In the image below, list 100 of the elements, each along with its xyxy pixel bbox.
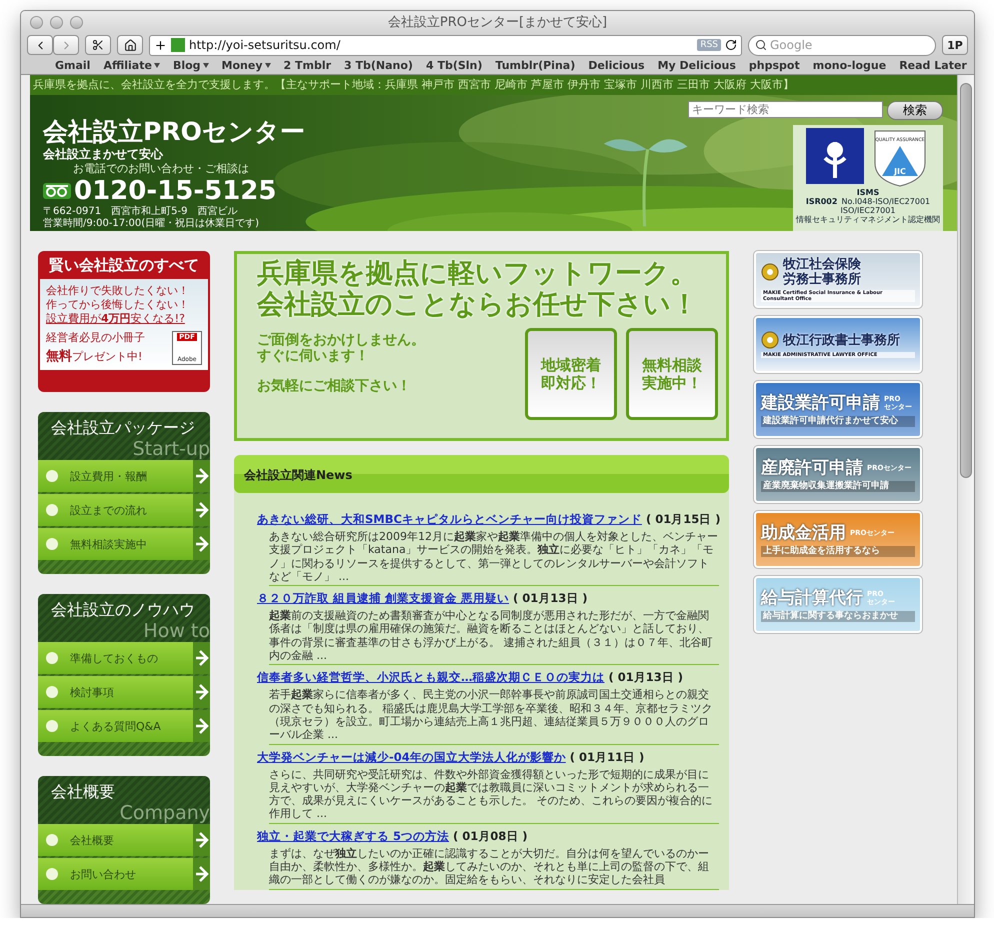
news-link[interactable]: 独立・起業で大稼ぎする 5つの方法 (257, 828, 450, 844)
extension-button[interactable]: 1P (942, 35, 968, 55)
bookmark-link[interactable]: Read Later (899, 59, 967, 72)
bookmark-link[interactable]: My Delicious (658, 59, 736, 72)
caret-icon (202, 63, 209, 68)
news-date: ( 01月08日 ) (453, 828, 528, 844)
bookmark-link[interactable]: 4 Tb(Sln) (426, 59, 482, 72)
news-title: 会社設立関連News (234, 455, 729, 493)
search-icon (755, 39, 767, 51)
back-button[interactable] (27, 35, 53, 55)
banner-subtitle: 上手に助成金を活用するなら (761, 546, 915, 556)
banner-title: 牧江社会保険 労務士事務所 (783, 257, 861, 287)
promo-title: 賢い会社設立のすべて (48, 255, 200, 276)
arrow-icon (194, 683, 208, 701)
window-button[interactable] (50, 16, 63, 28)
site-icon (171, 38, 185, 52)
news-date: ( 01月13日 ) (608, 670, 684, 686)
search-button[interactable]: 検索 (887, 101, 943, 120)
caret-icon (264, 63, 270, 68)
news-link[interactable]: ８２０万詐取 組員逮捕 創業支援資金 悪用疑い (257, 591, 510, 606)
headline: 会社設立のことならお任せ下さい！ (257, 289, 699, 320)
news-link[interactable]: 大学発ベンチャーは減少-04年の国立大学法人化が影響か (257, 750, 566, 765)
bookmark-link[interactable]: Tumblr(Pina) (495, 59, 576, 72)
menu-item[interactable]: 会社概要 (38, 824, 210, 856)
forward-button[interactable] (53, 35, 79, 55)
add-icon[interactable] (154, 38, 167, 52)
menu-title: 会社概要 (50, 781, 116, 803)
news-summary: 起業前の支援融資のため書類審査が中心となる同制度が悪用された形だが、一方で金融関係者は「制度は県の雇用確保の施策だ。融資を断ることはほとんどない」と話しており、事件の背景に審査基準の甘さも浮かび上がる。 逮捕された組員（３１）は０７年、北谷町内の金融 ... (269, 609, 719, 666)
address: 〒662-0971 西宮市和上町5-9 西宮ビル (43, 206, 238, 218)
news-summary: 若手起業家らに信奉者が多く、民主党の小沢一郎幹事長や前原誠司国土交通相らとの親交の深さでも知られる。 稲盛氏は鹿児島大学工学部を卒業後、昭和３４年、京都セラミツク（現京セラ）を設立。町工場から連結売上高１兆円超、連結従業員５万９０００人のグローバル企業 ... (269, 688, 719, 745)
promo-text: 作ってから後悔したくない！ (46, 298, 190, 312)
banner-title: 給与計算代行 (761, 588, 863, 608)
scrollbar[interactable] (957, 75, 974, 904)
phone-note: お電話でのお問い合わせ・ご相談は (73, 162, 250, 176)
menu-item[interactable]: 設立費用・報酬 (38, 460, 210, 492)
banner-title: 産廃許可申請 (761, 458, 863, 478)
bookmark-link[interactable]: Gmail (55, 59, 90, 72)
headline: 兵庫県を拠点に軽いフットワーク。 (257, 258, 698, 289)
booklet-text: 経営者必見の小冊子 (46, 331, 145, 345)
window-button[interactable] (30, 16, 43, 28)
snippet-button[interactable] (85, 35, 111, 55)
emblem-icon (761, 331, 779, 349)
free-dial-icon (43, 183, 71, 199)
arrow-icon (194, 501, 208, 519)
news-summary: まずは、なぜ独立したいのか正確に認識することが大切だ。自分は何を望んでいるのかー自由か、柔軟性か、多様性か。起業してみたいのか、それとも単に上司の監督の下で、組織の一部として働くのが嫌なのか。固定給をもらい、それなりに安定した会社員 (269, 846, 719, 890)
news-summary: さらに、共同研究や受託研究は、件数や外部資金獲得額といった形で短期的に成果が目に見えやすいが、大学発ベンチャーの起業では教職員に深いコミットメントが求められる一方で、成果が見えにくいケースがあることも示した。 そのため、これらの要因が複合的に作用して ... (269, 768, 719, 824)
site-name: 会社設立PROセンター (43, 117, 305, 147)
certifier-label: 情報セキュリティマネジメント認定機関 (796, 215, 940, 224)
news-date: ( 01月13日 ) (513, 591, 588, 606)
menu-item[interactable]: 無料相談実施中 (38, 528, 210, 560)
registration-number: ISR002 (806, 197, 838, 206)
arrow-icon (194, 467, 208, 485)
news-link[interactable]: 信奉者多い経営哲学、小沢氏とも親交…稲盛次期ＣＥＯの実力は (257, 670, 604, 686)
bullet-icon (46, 504, 58, 516)
bullet-icon (46, 686, 58, 698)
banner-subtitle: 給与計算に関する事ならおまかせ (761, 610, 915, 622)
promise-text: ご面倒をおかけしません。 すぐに伺います！ (257, 332, 425, 364)
home-button[interactable] (117, 35, 143, 55)
bookmark-link[interactable]: Delicious (588, 59, 645, 72)
emblem-icon (761, 263, 779, 281)
bookmark-link[interactable]: 3 Tb(Nano) (344, 59, 413, 72)
bullet-icon (46, 538, 58, 550)
bullet-icon (46, 868, 58, 880)
menu-item[interactable]: 設立までの流れ (38, 494, 210, 526)
news-summary: あきない総合研究所は2009年12月に起業家や起業準備中の個人を対象とした、ベンチャー支援プロジェクト「katana」サービスの開始を発表。独立に必要な「ヒト」「カネ」「モノ」に関わるリソースを提供するとして、第一弾としてのレンタルサーバーや会計ソフトなど「モノ」 ... (269, 530, 719, 586)
business-hours: 営業時間/9:00-17:00(日曜・祝日は休業日です) (43, 218, 260, 230)
bookmark-folder[interactable]: Money (222, 59, 270, 72)
banner-title: 建設業許可申請 (761, 392, 880, 412)
offer-text: 無料プレゼント中! (46, 348, 144, 365)
scroll-thumb[interactable] (960, 83, 972, 478)
keyword-field[interactable]: キーワード検索 (688, 101, 883, 118)
bookmark-link[interactable]: mono-logue (812, 59, 886, 72)
top-strip-text: 兵庫県を拠点に、会社設立を全力で支援します。【主なサポート地域：兵庫県 神戸市 西宮市 尼崎市 芦屋市 伊丹市 宝塚市 川西市 三田市 大阪府 大阪市】 (30, 75, 957, 95)
menu-item[interactable]: 準備しておくもの (38, 642, 210, 674)
tagline: 会社設立まかせて安心 (43, 147, 164, 162)
menu-subtitle: Start-up (132, 438, 210, 460)
certification-mark-icon (806, 128, 864, 184)
bookmark-link[interactable]: phpspot (748, 59, 800, 72)
address-field[interactable]: http://yoi-setsuritsu.com/ RSS (149, 34, 742, 56)
news-link[interactable]: あきない総研、大和SMBCキャピタルらとベンチャー向け投資ファンド (257, 512, 642, 527)
arrow-icon (194, 535, 208, 553)
menu-item[interactable]: よくある質問Q&A (38, 710, 210, 742)
menu-item[interactable]: お問い合わせ (38, 858, 210, 890)
window-title: 会社設立PROセンター[まかせて安心] (388, 14, 608, 31)
bookmark-link[interactable]: 2 Tmblr (284, 59, 332, 72)
menu-item[interactable]: 検討事項 (38, 676, 210, 708)
menu-subtitle: Company (120, 802, 210, 824)
bookmark-folder[interactable]: Affiliate (103, 59, 160, 72)
arrow-icon (194, 649, 208, 667)
menu-title: 会社設立パッケージ (50, 417, 196, 439)
bullet-icon (46, 834, 58, 846)
bullet-icon (46, 652, 58, 664)
phone-number: 0120-15-5125 (74, 176, 276, 206)
standard-label: ISO/IEC27001 (840, 206, 896, 215)
bookmark-folder[interactable]: Blog (172, 59, 209, 72)
reload-icon[interactable] (725, 39, 737, 51)
window-button[interactable] (70, 16, 83, 28)
promo-text: 設立費用が4万円安くなる!? (46, 312, 186, 326)
banner-subtitle: 産業廃棄物収集運搬業許可申請 (761, 480, 915, 492)
menu-title: 会社設立のノウハウ (50, 599, 196, 621)
